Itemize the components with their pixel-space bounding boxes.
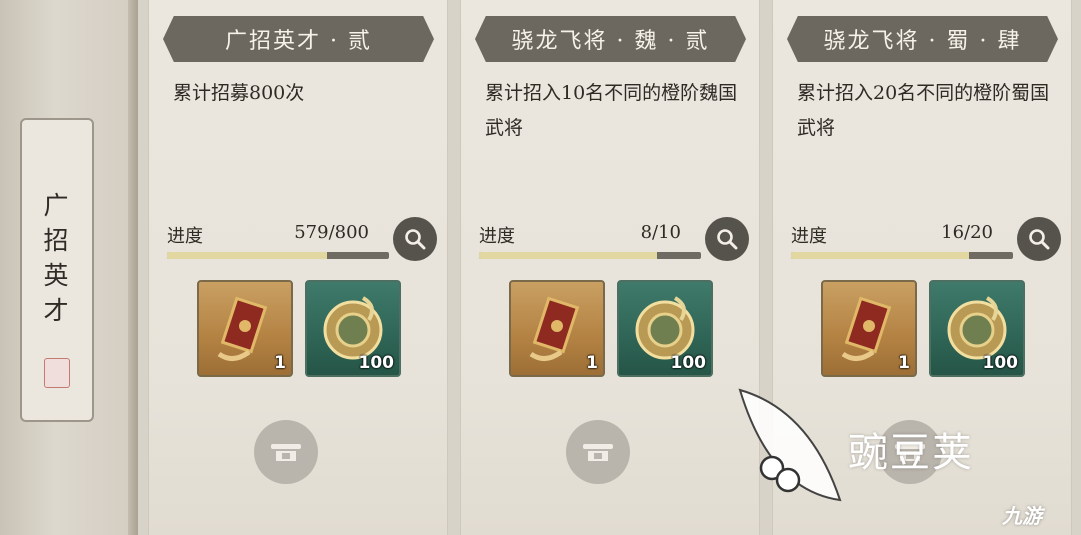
card-description: 累计招入20名不同的橙阶蜀国武将 <box>797 82 1050 139</box>
reward-quantity: 1 <box>586 353 598 373</box>
card-description: 累计招入10名不同的橙阶魏国武将 <box>485 82 738 139</box>
magnifier-icon <box>717 229 738 250</box>
reward-item-jade-coin[interactable]: 100 <box>305 280 401 377</box>
achievement-card: 广招英才 · 贰 累计招募800次 进度 579/800 1 100 <box>148 0 448 535</box>
tab-label-char: 广 <box>43 191 71 220</box>
progress-label: 进度 <box>791 226 827 247</box>
magnifier-icon <box>1029 229 1050 250</box>
seal-stamp-icon <box>44 358 70 388</box>
inspect-button[interactable] <box>1017 217 1061 261</box>
tab-label-char: 英 <box>43 261 71 290</box>
progress-value: 16/20 <box>941 222 993 243</box>
claim-stamp-icon <box>271 444 301 461</box>
card-title: 骁龙飞将 · 魏 · 贰 <box>475 16 746 62</box>
pea-pod-logo-icon <box>738 388 842 502</box>
claim-stamp-icon <box>583 444 613 461</box>
watermark-text: 豌豆荚 <box>848 430 974 476</box>
tab-label-char: 才 <box>43 296 71 325</box>
magnifier-icon <box>405 229 426 250</box>
progress-bar <box>167 252 389 259</box>
card-title: 广招英才 · 贰 <box>163 16 434 62</box>
side-seal-decoration <box>112 40 132 140</box>
progress-fill <box>479 252 657 259</box>
reward-quantity: 100 <box>670 353 707 373</box>
card-description: 累计招募800次 <box>173 82 305 104</box>
progress-fill <box>791 252 969 259</box>
achievement-card: 骁龙飞将 · 魏 · 贰 累计招入10名不同的橙阶魏国武将 进度 8/10 1 … <box>460 0 760 535</box>
tab-guang-zhao-ying-cai[interactable]: 广 招 英 才 <box>20 118 94 422</box>
reward-quantity: 100 <box>982 353 1019 373</box>
reward-item-recruit-order[interactable]: 1 <box>509 280 605 377</box>
progress-label: 进度 <box>167 226 203 247</box>
progress-bar <box>791 252 1013 259</box>
reward-item-jade-coin[interactable]: 100 <box>929 280 1025 377</box>
inspect-button[interactable] <box>705 217 749 261</box>
progress-fill <box>167 252 327 259</box>
claim-button[interactable] <box>254 420 318 484</box>
card-title: 骁龙飞将 · 蜀 · 肆 <box>787 16 1058 62</box>
progress-value: 579/800 <box>294 222 369 243</box>
progress-bar <box>479 252 701 259</box>
reward-item-jade-coin[interactable]: 100 <box>617 280 713 377</box>
reward-item-recruit-order[interactable]: 1 <box>821 280 917 377</box>
tab-label: 广 招 英 才 <box>22 188 92 328</box>
watermark: 豌豆荚 九游 <box>730 380 1075 535</box>
reward-item-recruit-order[interactable]: 1 <box>197 280 293 377</box>
progress-label: 进度 <box>479 226 515 247</box>
progress-value: 8/10 <box>640 222 681 243</box>
reward-quantity: 100 <box>358 353 395 373</box>
reward-quantity: 1 <box>274 353 286 373</box>
tab-label-char: 招 <box>43 226 71 255</box>
watermark-sub-text: 九游 <box>1002 504 1042 528</box>
claim-button[interactable] <box>566 420 630 484</box>
reward-quantity: 1 <box>898 353 910 373</box>
inspect-button[interactable] <box>393 217 437 261</box>
